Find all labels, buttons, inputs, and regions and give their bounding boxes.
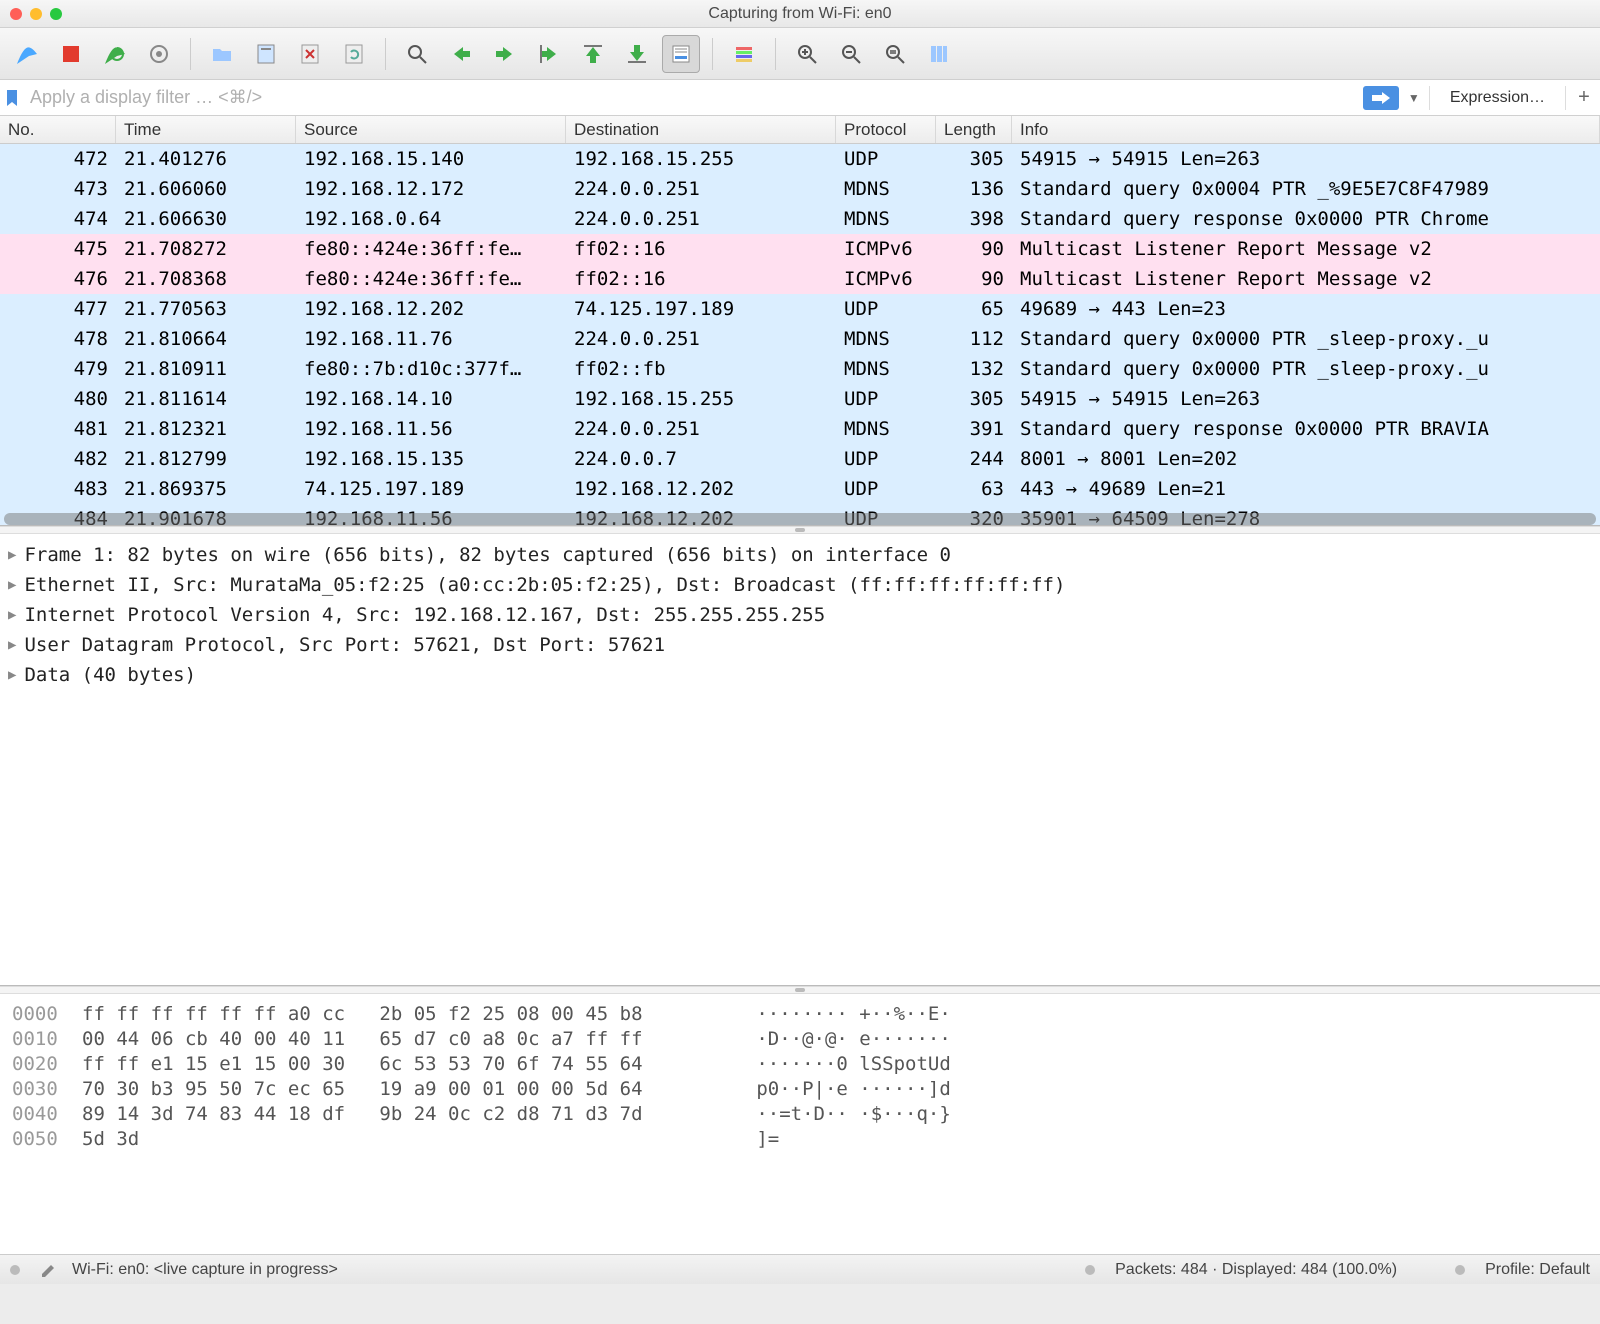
disclosure-triangle-icon[interactable]: ▶: [8, 660, 16, 690]
hex-row[interactable]: 0000ff ff ff ff ff ff a0 cc 2b 05 f2 25 …: [12, 1002, 1588, 1027]
packet-bytes-pane[interactable]: 0000ff ff ff ff ff ff a0 cc 2b 05 f2 25 …: [0, 994, 1600, 1254]
column-header-protocol[interactable]: Protocol: [836, 116, 936, 143]
detail-tree-item[interactable]: ▶Internet Protocol Version 4, Src: 192.1…: [8, 600, 1592, 630]
hex-row[interactable]: 004089 14 3d 74 83 44 18 df 9b 24 0c c2 …: [12, 1102, 1588, 1127]
status-bar: Wi-Fi: en0: <live capture in progress> P…: [0, 1254, 1600, 1284]
detail-tree-item[interactable]: ▶User Datagram Protocol, Src Port: 57621…: [8, 630, 1592, 660]
hex-row[interactable]: 001000 44 06 cb 40 00 40 11 65 d7 c0 a8 …: [12, 1027, 1588, 1052]
main-toolbar: [0, 28, 1600, 80]
go-last-packet-button[interactable]: [618, 35, 656, 73]
disclosure-triangle-icon[interactable]: ▶: [8, 570, 16, 600]
packet-row[interactable]: 47221.401276192.168.15.140192.168.15.255…: [0, 144, 1600, 174]
window-title: Capturing from Wi-Fi: en0: [0, 5, 1600, 23]
jump-to-packet-button[interactable]: [530, 35, 568, 73]
hex-row[interactable]: 00505d 3d ]=: [12, 1127, 1588, 1152]
status-profile[interactable]: Profile: Default: [1485, 1261, 1590, 1279]
start-capture-button[interactable]: [8, 35, 46, 73]
zoom-out-button[interactable]: [832, 35, 870, 73]
toolbar-separator: [385, 38, 386, 70]
disclosure-triangle-icon[interactable]: ▶: [8, 630, 16, 660]
hex-row[interactable]: 0020ff ff e1 15 e1 15 00 30 6c 53 53 70 …: [12, 1052, 1588, 1077]
separator: [1565, 86, 1566, 110]
toolbar-separator: [712, 38, 713, 70]
edit-icon[interactable]: [40, 1261, 58, 1279]
status-dot-icon: [1085, 1265, 1095, 1275]
packet-row[interactable]: 47321.606060192.168.12.172224.0.0.251MDN…: [0, 174, 1600, 204]
packet-row[interactable]: 47721.770563192.168.12.20274.125.197.189…: [0, 294, 1600, 324]
reload-file-button[interactable]: [335, 35, 373, 73]
packet-row[interactable]: 47521.708272fe80::424e:36ff:fe…ff02::16I…: [0, 234, 1600, 264]
go-forward-button[interactable]: [486, 35, 524, 73]
pane-splitter[interactable]: [0, 986, 1600, 994]
disclosure-triangle-icon[interactable]: ▶: [8, 540, 16, 570]
zoom-in-button[interactable]: [788, 35, 826, 73]
status-packets: Packets: 484 · Displayed: 484 (100.0%): [1115, 1261, 1397, 1279]
find-packet-button[interactable]: [398, 35, 436, 73]
save-file-button[interactable]: [247, 35, 285, 73]
packet-details-pane[interactable]: ▶Frame 1: 82 bytes on wire (656 bits), 8…: [0, 534, 1600, 986]
packet-row[interactable]: 48121.812321192.168.11.56224.0.0.251MDNS…: [0, 414, 1600, 444]
capture-options-button[interactable]: [140, 35, 178, 73]
separator: [1429, 86, 1430, 110]
packet-row[interactable]: 48321.86937574.125.197.189192.168.12.202…: [0, 474, 1600, 504]
display-filter-input[interactable]: [26, 83, 1357, 112]
packet-list-header: No. Time Source Destination Protocol Len…: [0, 116, 1600, 144]
column-header-info[interactable]: Info: [1012, 116, 1600, 143]
apply-filter-button[interactable]: [1363, 86, 1399, 110]
status-dot-icon: [1455, 1265, 1465, 1275]
bookmark-icon[interactable]: [4, 89, 20, 107]
column-header-length[interactable]: Length: [936, 116, 1012, 143]
expert-info-icon[interactable]: [10, 1265, 20, 1275]
colorize-button[interactable]: [725, 35, 763, 73]
detail-tree-item[interactable]: ▶Data (40 bytes): [8, 660, 1592, 690]
hex-row[interactable]: 003070 30 b3 95 50 7c ec 65 19 a9 00 01 …: [12, 1077, 1588, 1102]
disclosure-triangle-icon[interactable]: ▶: [8, 600, 16, 630]
go-back-button[interactable]: [442, 35, 480, 73]
detail-tree-item[interactable]: ▶Ethernet II, Src: MurataMa_05:f2:25 (a0…: [8, 570, 1592, 600]
horizontal-scrollbar[interactable]: [4, 513, 1596, 525]
toolbar-separator: [190, 38, 191, 70]
add-filter-button[interactable]: +: [1572, 86, 1596, 109]
filter-toolbar: ▼ Expression… +: [0, 80, 1600, 116]
stop-capture-button[interactable]: [52, 35, 90, 73]
column-header-destination[interactable]: Destination: [566, 116, 836, 143]
packet-row[interactable]: 47621.708368fe80::424e:36ff:fe…ff02::16I…: [0, 264, 1600, 294]
close-file-button[interactable]: [291, 35, 329, 73]
packet-row[interactable]: 47821.810664192.168.11.76224.0.0.251MDNS…: [0, 324, 1600, 354]
restart-capture-button[interactable]: [96, 35, 134, 73]
pane-splitter[interactable]: [0, 526, 1600, 534]
toolbar-separator: [775, 38, 776, 70]
packet-list-pane[interactable]: 47221.401276192.168.15.140192.168.15.255…: [0, 144, 1600, 526]
packet-row[interactable]: 47421.606630192.168.0.64224.0.0.251MDNS3…: [0, 204, 1600, 234]
packet-row[interactable]: 48021.811614192.168.14.10192.168.15.255U…: [0, 384, 1600, 414]
open-file-button[interactable]: [203, 35, 241, 73]
packet-row[interactable]: 47921.810911fe80::7b:d10c:377f…ff02::fbM…: [0, 354, 1600, 384]
column-header-no[interactable]: No.: [0, 116, 116, 143]
titlebar: Capturing from Wi-Fi: en0: [0, 0, 1600, 28]
detail-tree-item[interactable]: ▶Frame 1: 82 bytes on wire (656 bits), 8…: [8, 540, 1592, 570]
column-header-time[interactable]: Time: [116, 116, 296, 143]
filter-history-dropdown[interactable]: ▼: [1405, 91, 1423, 105]
column-header-source[interactable]: Source: [296, 116, 566, 143]
auto-scroll-button[interactable]: [662, 35, 700, 73]
zoom-reset-button[interactable]: [876, 35, 914, 73]
packet-row[interactable]: 48221.812799192.168.15.135224.0.0.7UDP24…: [0, 444, 1600, 474]
resize-columns-button[interactable]: [920, 35, 958, 73]
expression-button[interactable]: Expression…: [1436, 89, 1559, 107]
go-first-packet-button[interactable]: [574, 35, 612, 73]
status-interface: Wi-Fi: en0: <live capture in progress>: [72, 1261, 338, 1279]
